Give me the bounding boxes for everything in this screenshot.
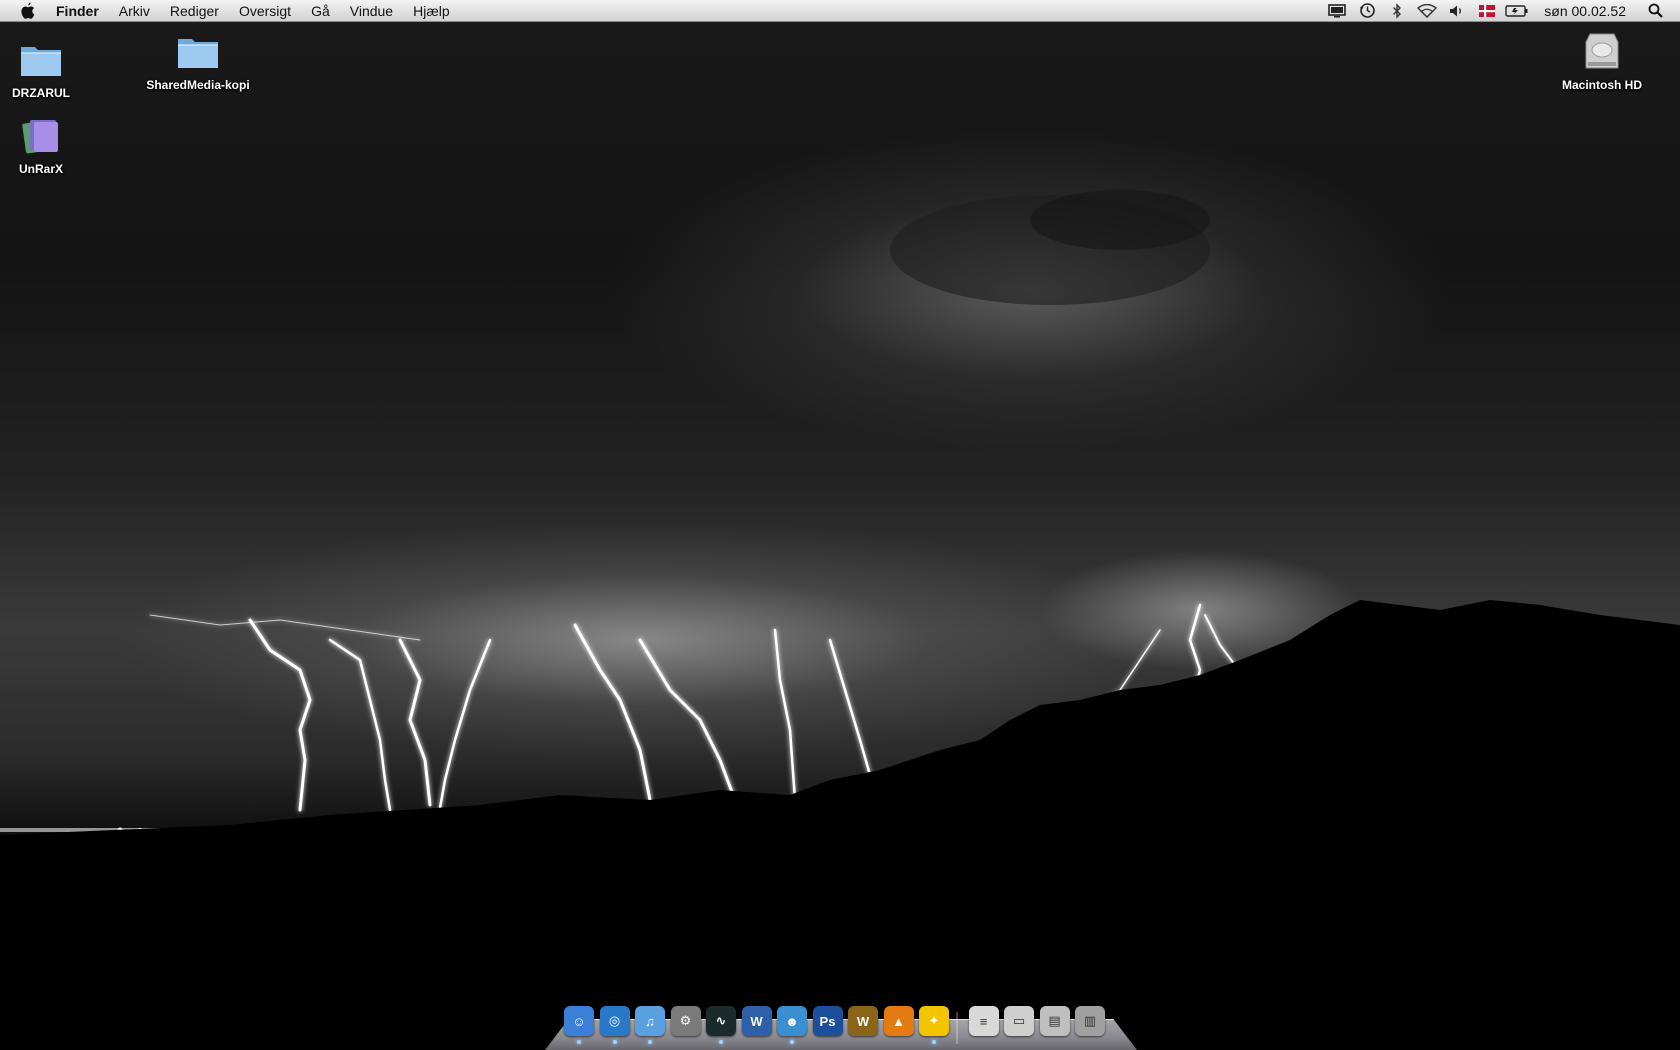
trash-icon: ▥ <box>1075 1006 1105 1036</box>
dock-item-world-of-warcraft[interactable]: W <box>847 1004 879 1038</box>
activity-monitor-icon: ∿ <box>706 1006 736 1036</box>
dock-item-document-stack[interactable]: ≡ <box>968 1004 1000 1038</box>
running-indicator <box>648 1040 652 1044</box>
preview-stack-icon: ▭ <box>1004 1006 1034 1036</box>
aim-icon: ✦ <box>919 1006 949 1036</box>
running-indicator <box>932 1040 936 1044</box>
running-indicator <box>612 1040 617 1044</box>
word-icon: W <box>741 1006 772 1036</box>
dock-item-finder[interactable]: ☺ <box>563 1004 595 1044</box>
desktop-icon-macintosh-hd[interactable]: Macintosh HD <box>1537 30 1667 92</box>
menu-bar: Finder Arkiv Rediger Oversigt Gå Vindue … <box>0 0 1680 22</box>
menu-ga[interactable]: Gå <box>301 0 340 22</box>
display-icon[interactable] <box>1322 0 1352 22</box>
desktop-icon-sharedmedia-kopi[interactable]: SharedMedia-kopi <box>133 30 263 92</box>
desktop-icon-label: Macintosh HD <box>1561 78 1642 92</box>
messenger-icon: ☻ <box>777 1006 807 1036</box>
dock-item-downloads-stack[interactable]: ▤ <box>1039 1004 1071 1038</box>
dock-item-itunes[interactable]: ♫ <box>634 1004 666 1044</box>
vlc-icon: ▲ <box>883 1006 914 1036</box>
document-stack-icon: ≡ <box>968 1006 999 1036</box>
dock-item-messenger[interactable]: ☻ <box>776 1004 808 1044</box>
world-of-warcraft-icon: W <box>848 1006 878 1036</box>
apple-menu-icon[interactable] <box>16 0 38 22</box>
desktop-icon-unrarx[interactable]: UnRarX <box>0 114 106 176</box>
dock-item-preview-stack[interactable]: ▭ <box>1003 1004 1035 1038</box>
dock-item-safari[interactable]: ◎ <box>599 1004 631 1044</box>
bluetooth-icon[interactable] <box>1382 0 1412 22</box>
dock: ☺ ◎ ♫ ⚙ ∿ W ☻ Ps W ▲ ✦ ≡ ▭ ▤ ▥ <box>545 1000 1137 1050</box>
menu-clock[interactable]: søn 00.02.52 <box>1532 0 1640 22</box>
dock-item-activity-monitor[interactable]: ∿ <box>705 1004 737 1044</box>
safari-icon: ◎ <box>599 1006 630 1036</box>
desktop-icon-label: SharedMedia-kopi <box>146 78 250 92</box>
volume-icon[interactable] <box>1442 0 1472 22</box>
time-machine-icon[interactable] <box>1352 0 1382 22</box>
hard-drive-icon <box>1578 30 1626 74</box>
dock-item-photoshop[interactable]: Ps <box>812 1004 844 1038</box>
dock-item-aim[interactable]: ✦ <box>918 1004 950 1044</box>
downloads-stack-icon: ▤ <box>1039 1006 1070 1036</box>
dock-item-word[interactable]: W <box>741 1004 773 1038</box>
menu-vindue[interactable]: Vindue <box>340 0 403 22</box>
wallpaper <box>0 190 1680 1050</box>
menu-rediger[interactable]: Rediger <box>160 0 229 22</box>
desktop-icon-label: UnRarX <box>18 162 63 176</box>
desktop-icon-drzarul[interactable]: DRZARUL <box>0 38 106 100</box>
spotlight-search-icon[interactable] <box>1640 0 1670 22</box>
finder-icon: ☺ <box>564 1006 594 1036</box>
menu-app-finder[interactable]: Finder <box>46 0 109 22</box>
folder-icon <box>174 30 222 74</box>
running-indicator <box>790 1040 794 1044</box>
wifi-icon[interactable] <box>1412 0 1442 22</box>
system-preferences-icon: ⚙ <box>670 1006 701 1036</box>
itunes-icon: ♫ <box>635 1006 665 1036</box>
dock-item-trash[interactable]: ▥ <box>1074 1004 1106 1038</box>
flag-dk-icon[interactable] <box>1472 0 1502 22</box>
desktop-icon-label: DRZARUL <box>12 86 70 100</box>
dock-item-vlc[interactable]: ▲ <box>883 1004 915 1038</box>
menu-hjaelp[interactable]: Hjælp <box>403 0 460 22</box>
dock-item-system-preferences[interactable]: ⚙ <box>670 1004 702 1038</box>
running-indicator <box>719 1040 723 1044</box>
app-icon <box>17 114 65 158</box>
photoshop-icon: Ps <box>812 1006 843 1036</box>
menu-oversigt[interactable]: Oversigt <box>229 0 301 22</box>
battery-icon[interactable] <box>1502 0 1532 22</box>
running-indicator <box>577 1040 581 1044</box>
folder-icon <box>17 38 65 82</box>
menu-arkiv[interactable]: Arkiv <box>109 0 160 22</box>
dock-separator <box>955 1012 958 1044</box>
desktop: Finder Arkiv Rediger Oversigt Gå Vindue … <box>0 0 1680 1050</box>
